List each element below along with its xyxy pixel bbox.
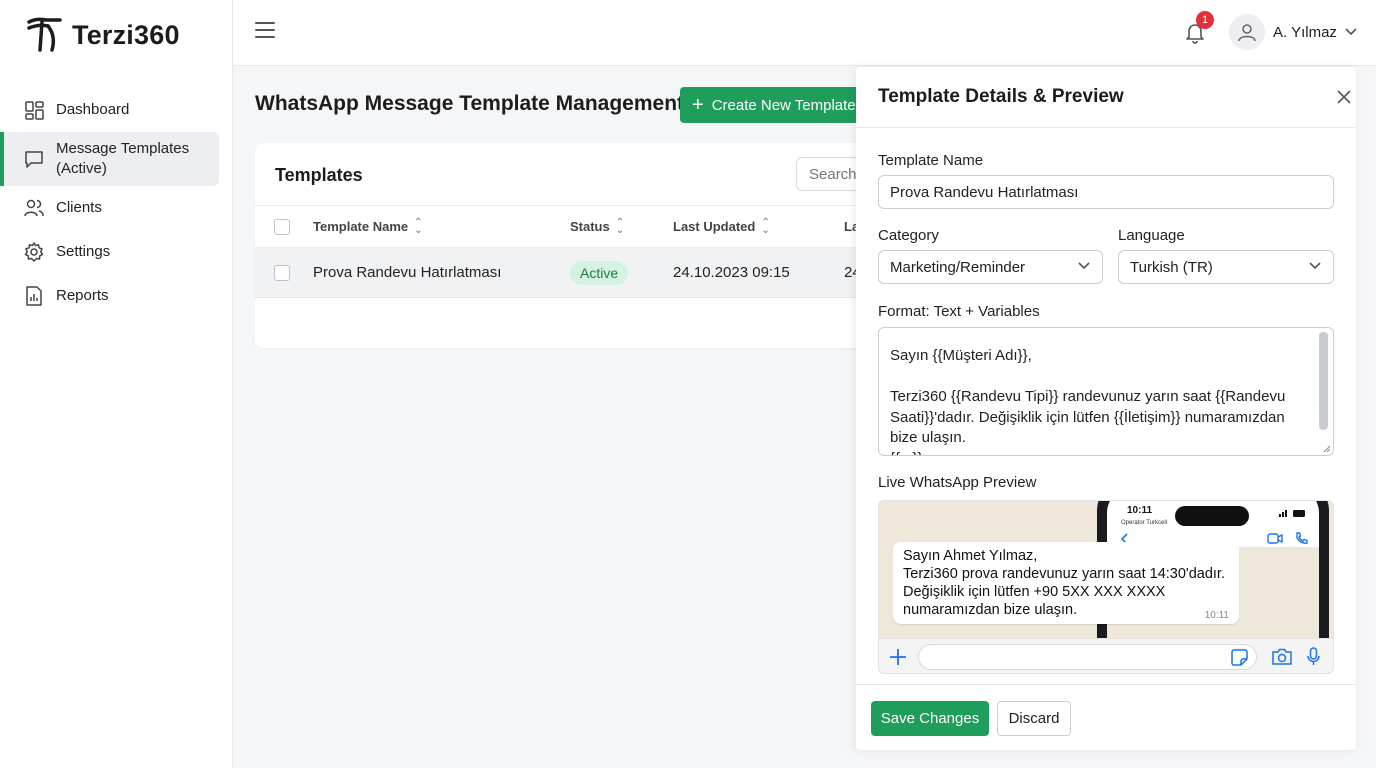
sort-icon: ⌃ ⌄ <box>615 216 625 236</box>
sidebar-item-dashboard[interactable]: Dashboard <box>0 88 219 132</box>
avatar <box>1229 14 1265 50</box>
user-name: A. Yılmaz <box>1273 23 1337 41</box>
sort-icon: ⌃ ⌄ <box>761 216 770 236</box>
close-icon[interactable] <box>1334 87 1354 107</box>
language-select[interactable]: Turkish (TR) <box>1118 250 1334 284</box>
sidebar: Terzi360 Dashboard Message Templates (Ac… <box>0 0 233 768</box>
row-last-updated: 24.10.2023 09:15 <box>673 264 790 281</box>
message-bubble: Sayın Ahmet Yılmaz, Terzi360 prova rande… <box>893 542 1239 624</box>
status-badge: Active <box>570 260 629 285</box>
save-changes-button[interactable]: Save Changes <box>871 701 989 736</box>
panel-footer: Save Changes Discard <box>856 684 1356 750</box>
column-header-status[interactable]: Status ⌃ ⌄ <box>570 206 624 247</box>
plus-icon[interactable] <box>889 648 907 666</box>
report-icon <box>24 286 44 306</box>
resize-handle-icon[interactable] <box>1323 445 1331 453</box>
message-icon <box>24 149 44 169</box>
create-template-button[interactable]: + Create New Template <box>680 87 870 123</box>
textarea-scrollbar[interactable] <box>1319 332 1328 430</box>
page-title: WhatsApp Message Template Management <box>255 92 685 115</box>
sticker-icon[interactable] <box>1231 649 1248 666</box>
phone-operator: Operator Turkcell <box>1121 520 1168 526</box>
preview-message-time: 10:11 <box>1204 610 1229 621</box>
templates-card: Templates Template Name⌃⌄ Status⌃⌄ Last … <box>255 143 895 348</box>
notification-badge: 1 <box>1196 11 1214 29</box>
template-name-field[interactable]: Prova Randevu Hatırlatması <box>878 175 1334 209</box>
topbar: 1 A. Yılmaz <box>233 0 1376 66</box>
dynamic-island <box>1175 506 1249 526</box>
column-header-template-name[interactable]: Template Name ⌃ ⌄ <box>313 206 423 247</box>
users-icon <box>24 198 44 218</box>
menu-icon[interactable] <box>255 22 275 40</box>
message-input[interactable] <box>918 644 1257 670</box>
select-all-checkbox[interactable] <box>274 218 290 235</box>
dashboard-icon <box>24 100 44 120</box>
row-checkbox[interactable] <box>274 264 290 281</box>
sort-icon: ⌃ ⌄ <box>414 216 423 236</box>
brand-logo[interactable]: Terzi360 <box>26 16 180 54</box>
phone-call-icon <box>1296 532 1308 544</box>
sidebar-item-label: Message Templates (Active) <box>56 140 190 177</box>
panel-header: Template Details & Preview <box>856 67 1356 128</box>
camera-icon[interactable] <box>1272 648 1292 665</box>
template-body-text: Sayın {{Müşteri Adı}}, Terzi360 {{Randev… <box>890 347 1286 455</box>
terzi360-logo-icon <box>27 17 62 52</box>
sidebar-item-label: Clients <box>56 199 102 216</box>
signal-icon <box>1279 510 1305 517</box>
language-value: Turkish (TR) <box>1130 258 1213 276</box>
sidebar-item-settings[interactable]: Settings <box>0 230 219 274</box>
video-call-icon <box>1267 533 1283 544</box>
category-label: Category <box>878 227 939 244</box>
brand-name: Terzi360 <box>72 19 180 50</box>
chevron-down-icon <box>1345 28 1357 36</box>
column-header-last-updated[interactable]: Last Updated ⌃ ⌄ <box>673 206 770 247</box>
category-select[interactable]: Marketing/Reminder <box>878 250 1103 284</box>
user-menu[interactable]: A. Yılmaz <box>1229 14 1357 50</box>
sidebar-item-label: Dashboard <box>56 101 130 118</box>
preview-label: Live WhatsApp Preview <box>878 474 1037 491</box>
table-header: Template Name ⌃ ⌄ Status ⌃ ⌄ Last Updated ⌃ ⌄ … <box>255 205 895 248</box>
gear-icon <box>24 242 44 262</box>
template-name-label: Template Name <box>878 152 984 169</box>
whatsapp-preview: 10:11 Operator Turkcell Sayın Ahmet Yılm… <box>878 500 1334 674</box>
category-value: Marketing/Reminder <box>890 258 1026 276</box>
sidebar-item-clients[interactable]: Clients <box>0 186 219 230</box>
sidebar-item-message-templates[interactable]: Message Templates (Active) <box>0 132 219 186</box>
row-template-name: Prova Randevu Hatırlatması <box>313 264 502 281</box>
microphone-icon[interactable] <box>1307 647 1320 666</box>
preview-message-text: Sayın Ahmet Yılmaz, Terzi360 prova rande… <box>903 548 1225 618</box>
sidebar-nav: Dashboard Message Templates (Active) Cli… <box>0 88 233 318</box>
card-title: Templates <box>275 165 363 185</box>
format-label: Format: Text + Variables <box>878 303 1040 320</box>
create-template-label: Create New Template <box>711 96 856 114</box>
sidebar-item-label: Settings <box>56 243 111 260</box>
chevron-down-icon <box>1078 262 1090 270</box>
phone-time: 10:11 <box>1127 505 1153 516</box>
table-row[interactable]: Prova Randevu Hatırlatması Active 24.10.… <box>255 248 895 298</box>
plus-icon: + <box>692 94 704 116</box>
discard-button[interactable]: Discard <box>997 701 1071 736</box>
sidebar-item-label: Reports <box>56 287 109 304</box>
template-body-textarea[interactable]: Sayın {{Müşteri Adı}}, Terzi360 {{Randev… <box>878 327 1334 456</box>
template-details-panel: Template Details & Preview Template Name… <box>856 67 1356 750</box>
chevron-down-icon <box>1309 262 1321 270</box>
compose-bar <box>879 638 1333 673</box>
panel-title: Template Details & Preview <box>878 86 1124 107</box>
sidebar-item-reports[interactable]: Reports <box>0 274 219 318</box>
language-label: Language <box>1118 227 1185 244</box>
